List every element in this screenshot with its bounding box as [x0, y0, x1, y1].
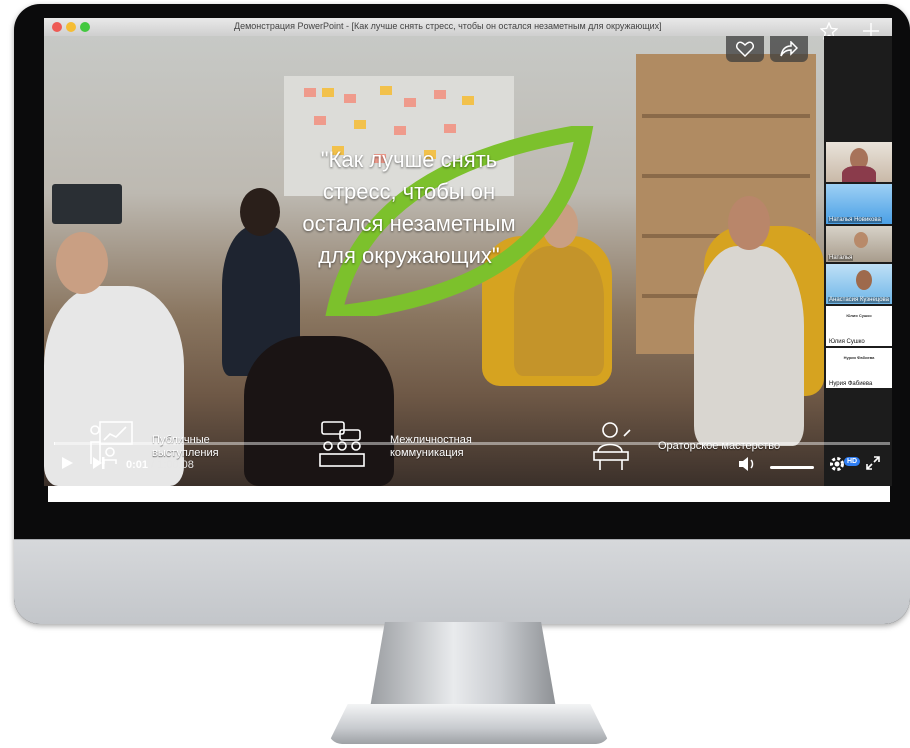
monitor-stand-base — [328, 704, 610, 744]
volume-icon[interactable] — [738, 456, 758, 475]
speaker-podium-icon — [588, 418, 638, 475]
slide-quote: "Как лучше снять стресс, чтобы он осталс… — [302, 147, 516, 268]
monitor-chin — [14, 539, 910, 624]
close-window-button[interactable] — [52, 22, 62, 32]
window-title: Демонстрация PowerPoint - [Как лучше сня… — [234, 21, 662, 31]
duration: 1:00:08 — [157, 459, 194, 471]
app-window: Демонстрация PowerPoint - [Как лучше сня… — [44, 18, 892, 486]
time-separator: / — [148, 459, 158, 471]
current-time: 0:01 — [126, 459, 149, 471]
participant-name: Наталья Новикова — [828, 217, 882, 223]
participant-tile[interactable]: Анастасия Кузнецова — [826, 264, 892, 304]
participant-name: Нурия Фабиева — [829, 381, 873, 387]
participant-name: Юлия Сушко — [829, 339, 865, 345]
participant-tile[interactable]: Нурия Фабиева Нурия Фабиева — [826, 348, 892, 388]
person — [694, 246, 804, 446]
time-display: 0:01 / 1:00:08 — [126, 459, 194, 471]
participant-name: Анастасия Кузнецова — [828, 297, 890, 303]
person-head — [240, 188, 280, 236]
play-icon[interactable] — [60, 456, 74, 473]
participant-heading: Нурия Фабиева — [843, 355, 875, 360]
participant-name: Наталья — [828, 255, 854, 261]
maximize-window-button[interactable] — [80, 22, 90, 32]
screen-bottom-bezel — [48, 486, 890, 502]
office-monitor — [52, 184, 122, 224]
participants-panel: Наталья Новикова Наталья Анастасия Кузне… — [824, 36, 892, 486]
topic-label: Публичные выступления — [152, 434, 219, 459]
progress-fill — [54, 442, 55, 445]
person-head — [56, 232, 108, 294]
volume-slider[interactable] — [770, 466, 814, 469]
gear-icon[interactable] — [828, 455, 846, 476]
participant-tile[interactable]: Наталья — [826, 226, 892, 262]
minimize-window-button[interactable] — [66, 22, 76, 32]
participant-tile[interactable]: Юлия Сушко Юлия Сушко — [826, 306, 892, 346]
video-frame[interactable]: "Как лучше снять стресс, чтобы он осталс… — [44, 36, 824, 486]
share-icon[interactable] — [770, 36, 808, 62]
monitor-stand-neck — [370, 622, 556, 708]
participant-tile[interactable]: Наталья Новикова — [826, 184, 892, 224]
hd-badge: HD — [844, 457, 861, 466]
person-head — [728, 196, 770, 250]
window-titlebar: Демонстрация PowerPoint - [Как лучше сня… — [44, 18, 892, 37]
participant-heading: Юлия Сушко — [846, 313, 872, 318]
fullscreen-icon[interactable] — [866, 456, 880, 473]
meeting-icon — [316, 418, 368, 475]
skip-next-icon[interactable] — [92, 456, 106, 473]
participant-tile[interactable] — [826, 142, 892, 182]
progress-bar[interactable] — [54, 442, 890, 445]
heart-icon[interactable] — [726, 36, 764, 62]
topic-label: Межличностная коммуникация — [390, 434, 472, 459]
